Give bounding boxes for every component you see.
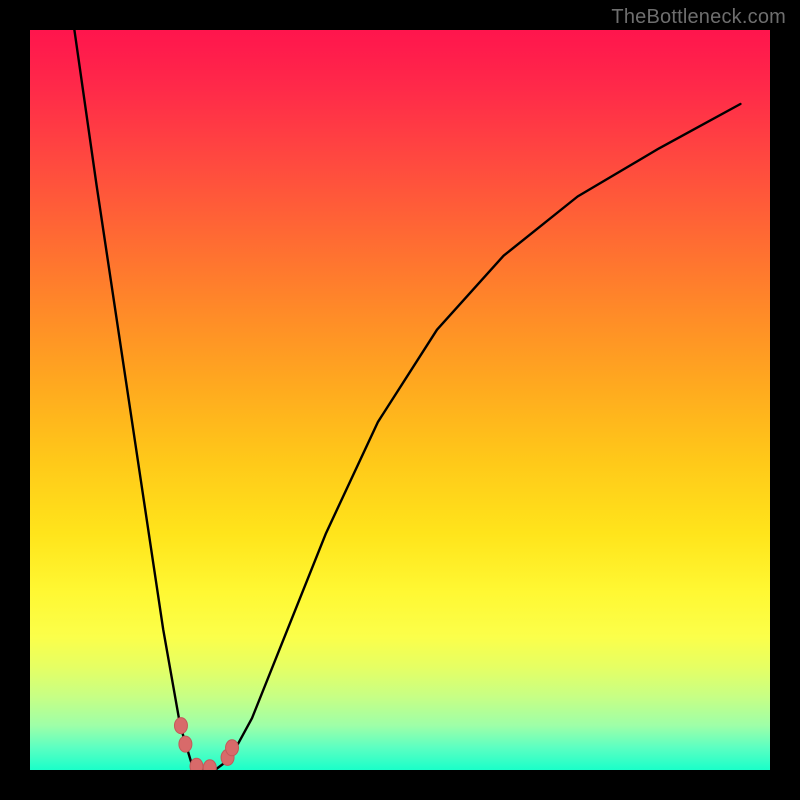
watermark-text: TheBottleneck.com (611, 6, 786, 29)
curve-marker (190, 758, 203, 770)
chart-frame: TheBottleneck.com (0, 0, 800, 800)
curve-marker (203, 760, 216, 770)
curve-marker (174, 718, 187, 734)
bottleneck-curve (30, 30, 770, 770)
plot-area (30, 30, 770, 770)
curve-marker (179, 736, 192, 752)
curve-marker (226, 740, 239, 756)
